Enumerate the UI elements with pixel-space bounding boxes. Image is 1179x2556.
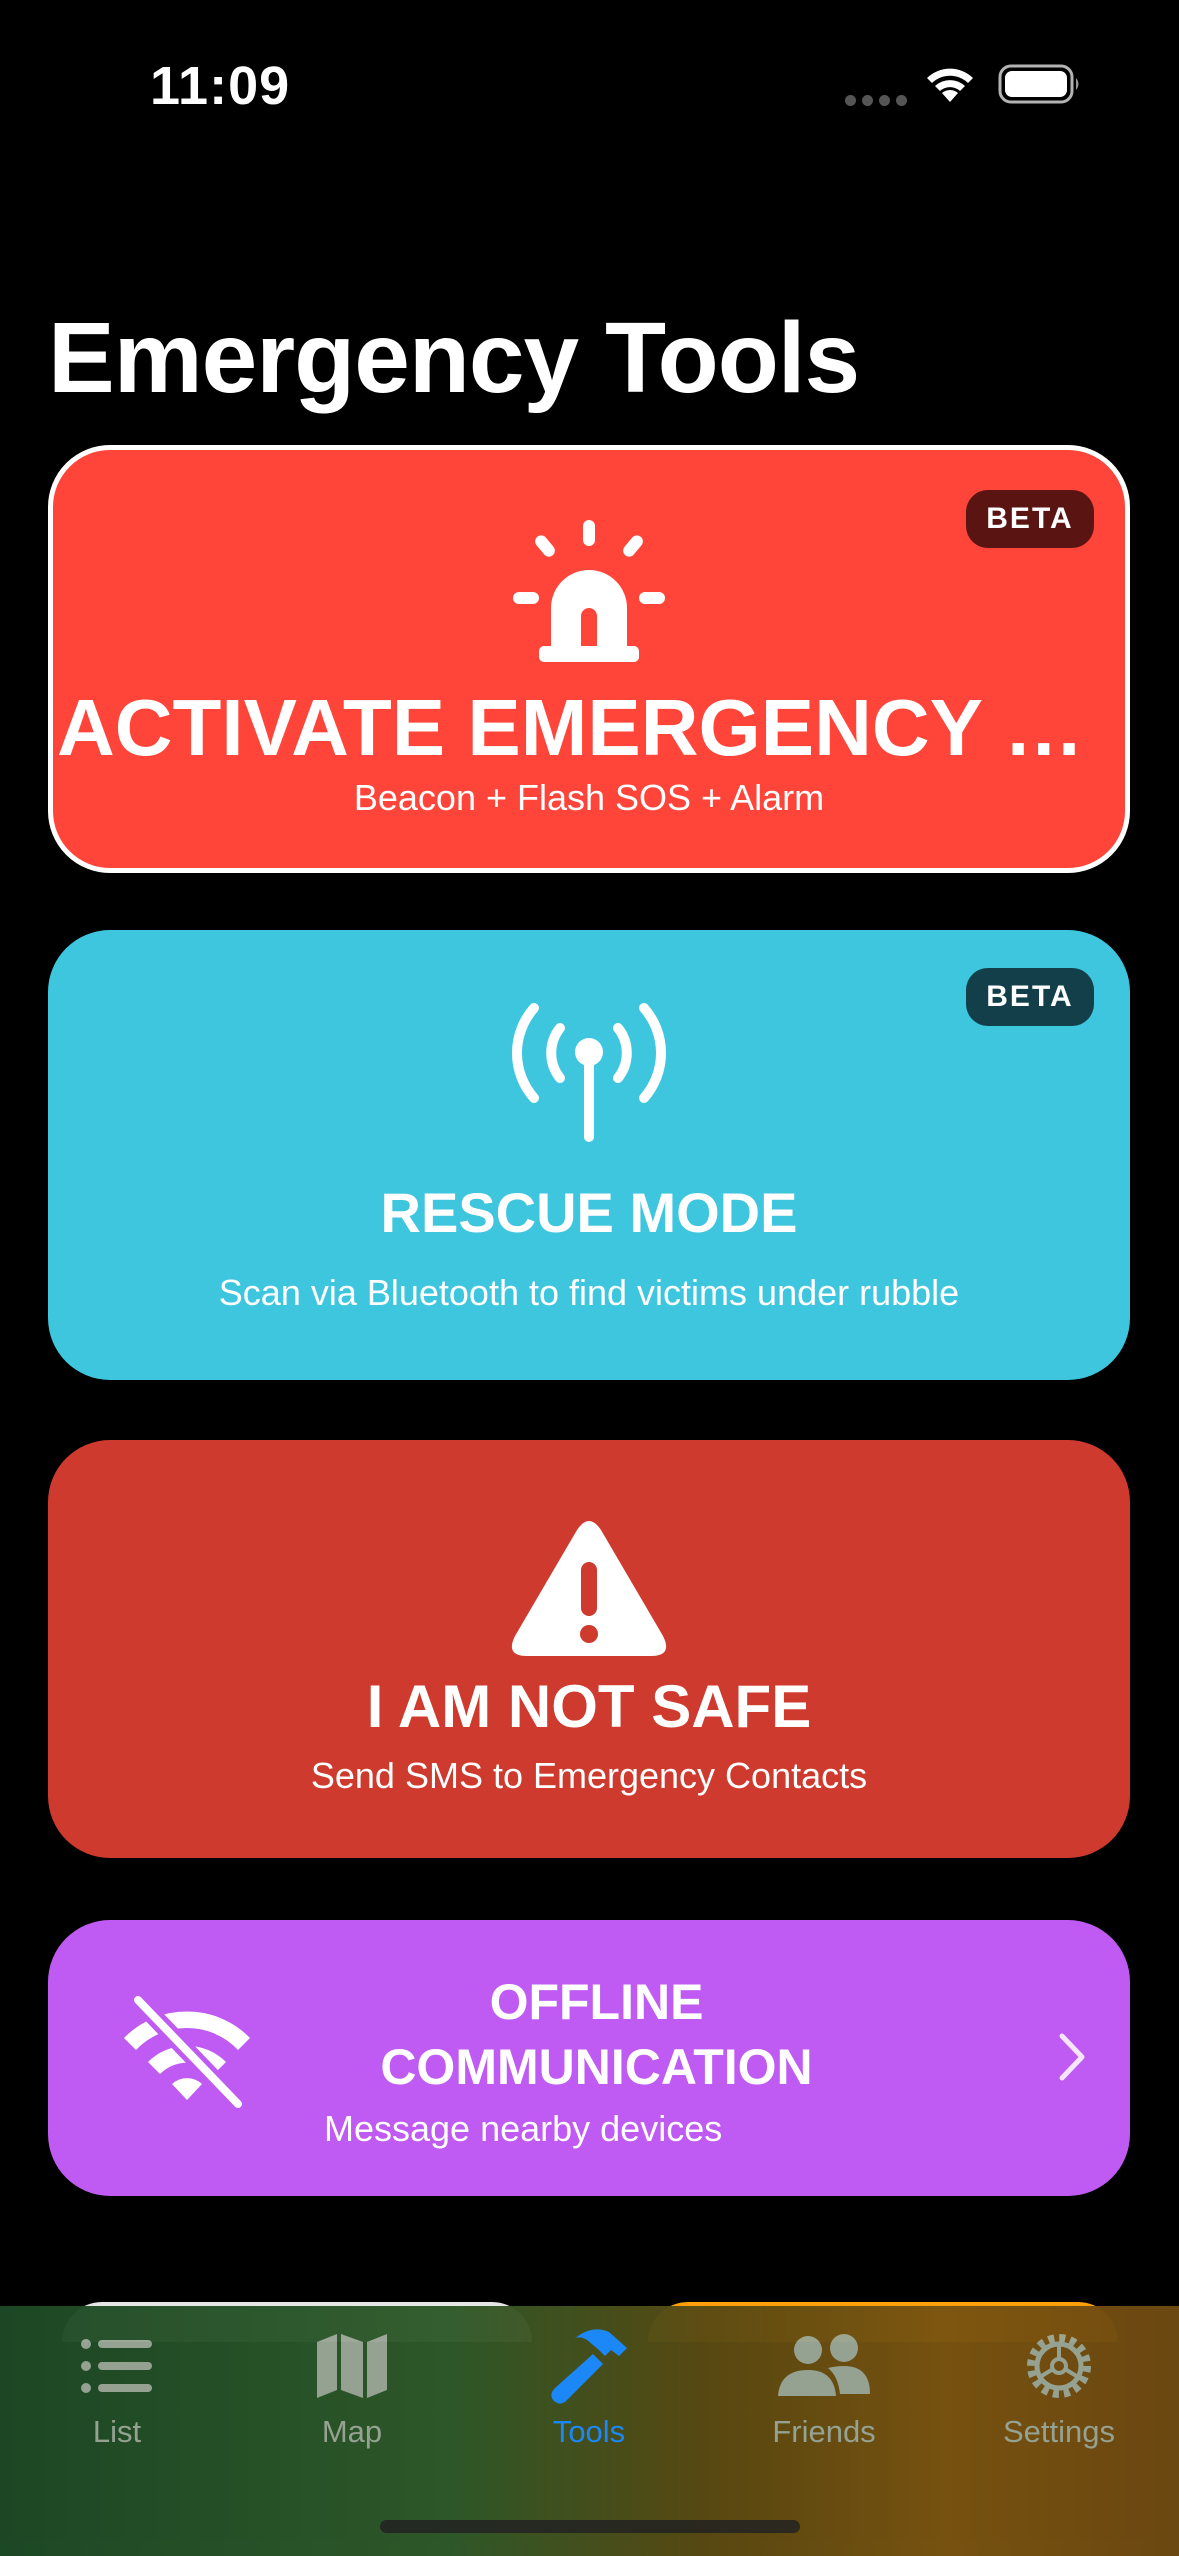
rescue-card-subtitle: Scan via Bluetooth to find victims under… [218, 1272, 960, 1313]
map-icon [317, 2334, 387, 2398]
tab-settings[interactable]: Settings [959, 2326, 1159, 2466]
offline-card-title: OFFLINE COMMUNICATION [324, 1970, 869, 2100]
tab-label: List [92, 2414, 142, 2449]
tab-label: Settings [1002, 2414, 1115, 2449]
home-indicator [380, 2520, 800, 2533]
cellular-signal-icon [845, 93, 913, 111]
hammer-icon [551, 2329, 627, 2404]
chevron-right-icon [1059, 2033, 1085, 2081]
offline-card-title-line2: COMMUNICATION [380, 2039, 813, 2095]
page-title: Emergency Tools [48, 302, 860, 414]
tab-label: Friends [772, 2414, 876, 2449]
people-icon [778, 2334, 870, 2396]
status-bar: 11:09 [0, 0, 1179, 170]
siren-icon [513, 520, 665, 662]
warning-triangle-icon [511, 1521, 667, 1656]
status-time: 11:09 [150, 56, 291, 116]
tab-bar: List Map Tools Friends Settings [0, 2306, 1179, 2556]
offline-communication-card[interactable]: OFFLINE COMMUNICATION Message nearby dev… [48, 1920, 1130, 2196]
antenna-icon [512, 1003, 666, 1142]
offline-card-title-line1: OFFLINE [489, 1974, 704, 2030]
not-safe-card-title: I AM NOT SAFE [366, 1673, 812, 1740]
rescue-mode-card[interactable]: BETA RESCUE MODE Scan via Bluetooth to f… [48, 930, 1130, 1380]
offline-card-subtitle: Message nearby devices [324, 2108, 723, 2149]
emergency-card-subtitle: Beacon + Flash SOS + Alarm [353, 777, 825, 818]
tab-friends[interactable]: Friends [724, 2326, 924, 2466]
rescue-card-title: RESCUE MODE [380, 1181, 798, 1244]
wifi-icon [922, 62, 978, 109]
tab-label: Tools [552, 2414, 626, 2449]
emergency-card-title: ACTIVATE EMERGENCY M… [57, 683, 1125, 772]
list-icon [81, 2339, 152, 2393]
activate-emergency-mode-card[interactable]: BETA ACTIVATE EMERGENCY M… Beacon + Flas… [48, 445, 1130, 873]
tab-tools[interactable]: Tools [489, 2326, 689, 2466]
battery-icon [998, 64, 1082, 109]
not-safe-card-subtitle: Send SMS to Emergency Contacts [310, 1755, 868, 1796]
i-am-not-safe-card[interactable]: I AM NOT SAFE Send SMS to Emergency Cont… [48, 1440, 1130, 1858]
tab-list[interactable]: List [17, 2326, 217, 2466]
tab-label: Map [321, 2414, 383, 2449]
gear-icon [1027, 2334, 1091, 2398]
tab-map[interactable]: Map [252, 2326, 452, 2466]
wifi-off-icon [124, 1991, 250, 2113]
